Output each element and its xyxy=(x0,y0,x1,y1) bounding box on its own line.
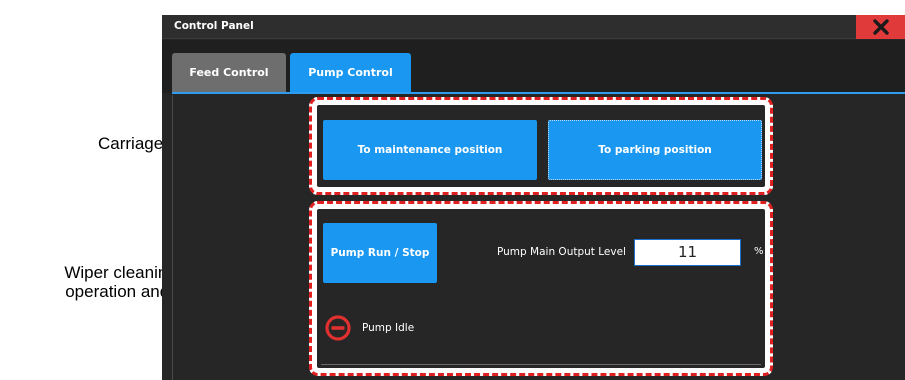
close-button[interactable] xyxy=(856,15,905,39)
tab-bar: Feed Control Pump Control xyxy=(162,40,905,93)
pump-run-stop-button[interactable]: Pump Run / Stop xyxy=(323,223,437,283)
stop-circle-icon xyxy=(325,315,351,341)
title-bar: Control Panel xyxy=(162,15,905,39)
tab-pump-control[interactable]: Pump Control xyxy=(290,53,411,92)
wiper-cleaning-pump-highlight: Pump Run / Stop Pump Main Output Level 1… xyxy=(309,201,773,376)
window-title: Control Panel xyxy=(174,20,254,32)
tab-underline xyxy=(172,92,905,94)
tab-feed-control[interactable]: Feed Control xyxy=(172,53,286,92)
carriage-operation-highlight: To maintenance position To parking posit… xyxy=(309,97,773,195)
pump-control-panel: To maintenance position To parking posit… xyxy=(172,95,905,380)
to-parking-position-button[interactable]: To parking position xyxy=(548,120,762,180)
pump-status-text: Pump Idle xyxy=(362,322,415,334)
to-maintenance-position-button[interactable]: To maintenance position xyxy=(323,120,537,180)
percent-unit-label: % xyxy=(754,246,764,257)
pump-main-output-level-label: Pump Main Output Level xyxy=(497,246,626,258)
control-panel-window: Control Panel Feed Control Pump Control … xyxy=(162,15,905,380)
pump-output-level-field[interactable]: 11 xyxy=(634,239,741,266)
close-x-icon xyxy=(872,19,889,35)
section-divider xyxy=(321,364,761,365)
